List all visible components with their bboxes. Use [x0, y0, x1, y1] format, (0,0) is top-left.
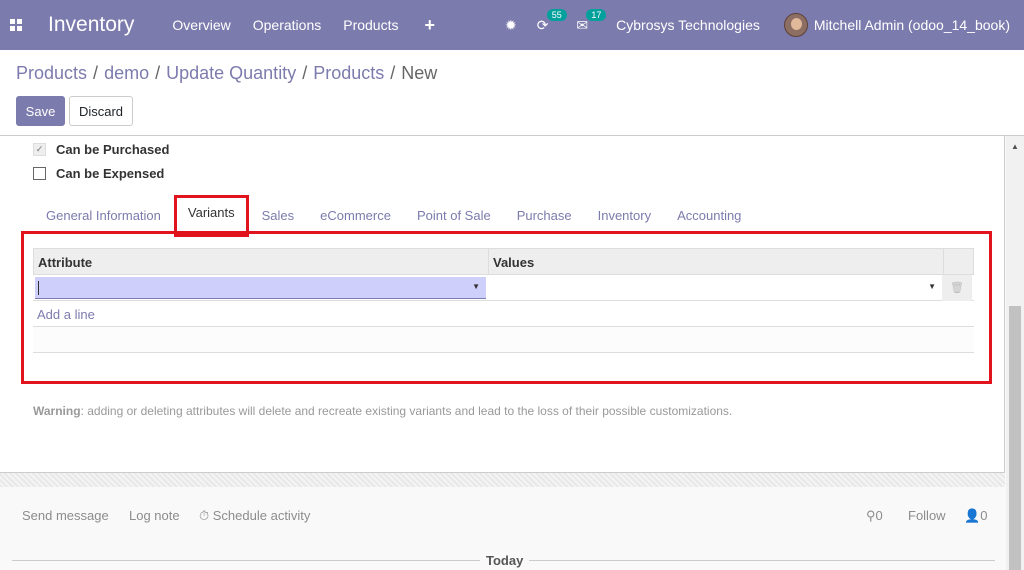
messages-chat-icon[interactable]: ✉ 17 — [576, 8, 607, 34]
follow-button[interactable]: Follow — [908, 508, 946, 523]
menu-overview[interactable]: Overview — [172, 17, 230, 33]
clock-icon: ⏱ — [199, 508, 210, 523]
table-row: ▼ ▼ 🗑 — [33, 274, 974, 301]
can-be-purchased-label: Can be Purchased — [56, 142, 170, 157]
tab-sales[interactable]: Sales — [249, 198, 308, 234]
can-be-purchased-checkbox[interactable]: ✓ — [33, 143, 46, 156]
scrollbar-thumb[interactable] — [1009, 306, 1021, 570]
chatter-divider — [0, 473, 1005, 487]
breadcrumb: Products / demo / Update Quantity / Prod… — [16, 63, 438, 84]
tab-inventory[interactable]: Inventory — [585, 198, 664, 234]
table-header: Attribute Values — [33, 248, 974, 275]
plus-icon[interactable]: + — [424, 15, 435, 36]
paperclip-icon: ⚲ — [866, 508, 876, 523]
notebook-tabs: General Information Variants Sales eComm… — [33, 195, 754, 237]
user-icon: 👤 — [964, 508, 981, 523]
discard-button[interactable]: Discard — [69, 96, 133, 126]
today-label: Today — [480, 553, 530, 568]
menu-operations[interactable]: Operations — [253, 17, 321, 33]
add-line-link[interactable]: Add a line — [33, 301, 974, 327]
form-sheet: ✓ Can be Purchased Can be Expensed Gener… — [0, 136, 1005, 473]
breadcrumb-products-2[interactable]: Products — [313, 63, 384, 84]
tab-general-information[interactable]: General Information — [33, 198, 174, 234]
menu-products[interactable]: Products — [343, 17, 398, 33]
breadcrumb-demo[interactable]: demo — [104, 63, 149, 84]
tab-ecommerce[interactable]: eCommerce — [307, 198, 404, 234]
tab-purchase[interactable]: Purchase — [504, 198, 585, 234]
followers-button[interactable]: 👤0 — [964, 508, 987, 524]
tab-accounting[interactable]: Accounting — [664, 198, 754, 234]
log-note-button[interactable]: Log note — [129, 508, 180, 523]
warning-text: Warning: adding or deleting attributes w… — [33, 404, 733, 418]
tab-point-of-sale[interactable]: Point of Sale — [404, 198, 504, 234]
can-be-expensed-checkbox[interactable] — [33, 167, 46, 180]
breadcrumb-current: New — [401, 63, 438, 83]
breadcrumb-products[interactable]: Products — [16, 63, 87, 84]
control-panel: Products / demo / Update Quantity / Prod… — [0, 50, 1024, 136]
activity-badge: 55 — [546, 8, 567, 21]
app-name[interactable]: Inventory — [48, 13, 134, 37]
attribute-lines-table: Attribute Values ▼ ▼ 🗑 Add a line — [33, 248, 974, 353]
avatar — [783, 13, 808, 37]
attachments-button[interactable]: ⚲0 — [866, 508, 883, 524]
scrollbar[interactable]: ▲ — [1006, 136, 1024, 570]
values-input[interactable]: ▼ — [490, 277, 942, 299]
user-menu[interactable]: Mitchell Admin (odoo_14_book) — [783, 13, 1010, 37]
column-header-values[interactable]: Values — [489, 249, 943, 274]
messages-badge: 17 — [586, 8, 607, 21]
user-name: Mitchell Admin (odoo_14_book) — [813, 17, 1010, 33]
schedule-activity-button[interactable]: ⏱ Schedule activity — [199, 508, 310, 524]
column-header-attribute[interactable]: Attribute — [34, 249, 489, 274]
chevron-down-icon[interactable]: ▼ — [928, 282, 936, 291]
table-row — [33, 327, 974, 353]
top-navbar: Inventory Overview Operations Products +… — [0, 0, 1024, 50]
scroll-up-icon[interactable]: ▲ — [1011, 142, 1019, 151]
chatter: Send message Log note ⏱ Schedule activit… — [0, 488, 1005, 570]
can-be-purchased-row: ✓ Can be Purchased — [33, 142, 169, 157]
debug-bug-icon[interactable]: ✹ — [505, 17, 517, 34]
send-message-button[interactable]: Send message — [22, 508, 109, 523]
chevron-down-icon[interactable]: ▼ — [472, 282, 480, 291]
can-be-expensed-row: Can be Expensed — [33, 166, 164, 181]
save-button[interactable]: Save — [16, 96, 65, 126]
apps-menu-icon[interactable] — [0, 0, 32, 50]
can-be-expensed-label: Can be Expensed — [56, 166, 165, 181]
company-switcher[interactable]: Cybrosys Technologies — [616, 17, 760, 33]
activity-clock-icon[interactable]: ⟳ 55 — [537, 8, 567, 34]
attribute-input[interactable]: ▼ — [35, 276, 486, 299]
breadcrumb-update-quantity[interactable]: Update Quantity — [166, 63, 296, 84]
trash-icon[interactable]: 🗑 — [942, 274, 972, 301]
